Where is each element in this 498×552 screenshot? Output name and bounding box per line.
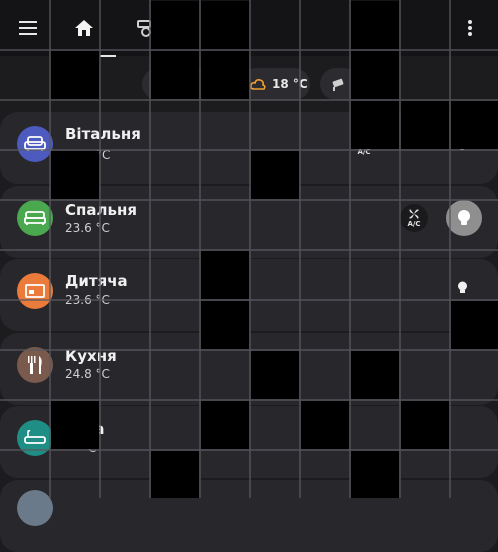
bathtub-icon	[24, 430, 46, 444]
mask-block	[251, 351, 299, 399]
bed-icon	[24, 211, 46, 225]
more-vert-icon	[468, 20, 472, 36]
room-avatar-kitchen	[17, 347, 53, 383]
tab-home[interactable]	[66, 10, 102, 46]
home-icon	[75, 20, 93, 36]
mask-block	[51, 151, 99, 199]
mask-block	[401, 401, 449, 449]
mask-block	[451, 301, 498, 349]
mask-block	[451, 101, 498, 149]
mask-block	[151, 51, 199, 99]
camera-icon	[332, 78, 344, 91]
room-temperature: 23.6 °C	[65, 221, 110, 235]
weather-temperature: 18 °C	[272, 77, 308, 91]
fan-icon	[409, 209, 419, 219]
weather-cloud-icon	[250, 79, 266, 90]
light-button[interactable]	[452, 278, 472, 298]
room-name: Кухня	[65, 347, 117, 365]
ac-button[interactable]: A/C	[400, 204, 428, 232]
mask-block	[351, 1, 399, 49]
kids-bed-icon	[25, 284, 45, 298]
mask-block	[251, 151, 299, 199]
light-button[interactable]	[446, 200, 482, 236]
mask-block	[151, 1, 199, 49]
lightbulb-icon	[458, 210, 470, 225]
mask-block	[51, 51, 99, 99]
room-avatar-living	[17, 126, 53, 162]
weather-chip[interactable]: 18 °C	[240, 68, 310, 100]
room-name: Дитяча	[65, 272, 128, 290]
mask-block	[201, 1, 249, 49]
ac-label: A/C	[357, 148, 371, 156]
room-temperature: 23.6 °C	[65, 293, 110, 307]
mask-block	[201, 401, 249, 449]
room-avatar-bathroom	[17, 420, 53, 456]
mask-block	[201, 51, 249, 99]
room-card-next[interactable]	[0, 480, 498, 552]
room-avatar-next	[17, 490, 53, 526]
mask-block	[351, 351, 399, 399]
mask-block	[201, 251, 249, 299]
room-name: Спальня	[65, 201, 137, 219]
mask-block	[201, 301, 249, 349]
more-options-button[interactable]	[452, 10, 488, 46]
menu-button[interactable]	[10, 10, 46, 46]
mask-block	[151, 451, 199, 498]
mask-block	[51, 401, 99, 449]
mask-block	[401, 101, 449, 149]
mask-block	[351, 51, 399, 99]
ac-label: A/C	[407, 220, 421, 228]
mask-block	[351, 101, 399, 149]
room-name: Вітальня	[65, 125, 141, 143]
lightbulb-icon	[457, 281, 467, 293]
room-temperature: 24.8 °C	[65, 367, 110, 381]
cutlery-icon	[28, 356, 42, 374]
room-avatar-bedroom	[17, 200, 53, 236]
active-tab-indicator	[100, 55, 116, 57]
mask-block	[351, 451, 399, 498]
room-avatar-kids	[17, 273, 53, 309]
menu-icon	[19, 21, 37, 35]
sofa-icon	[24, 136, 46, 151]
mask-block	[301, 401, 349, 449]
